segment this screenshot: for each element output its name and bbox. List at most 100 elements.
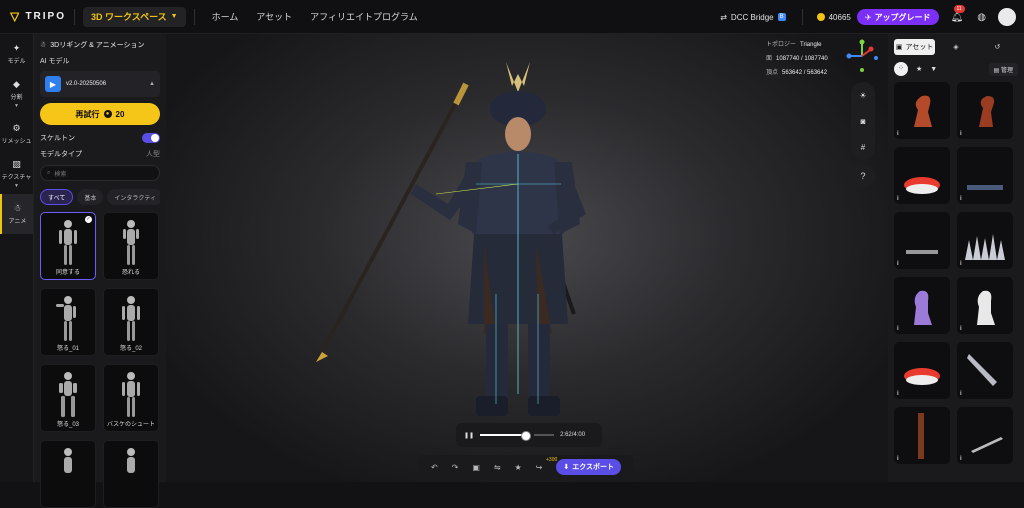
gift-icon[interactable]: ▣	[472, 463, 480, 472]
folder-icon: ▤	[993, 67, 1001, 74]
share-icon[interactable]: ↪	[536, 463, 543, 472]
credits[interactable]: 40665	[816, 13, 851, 22]
dinosaur-thumbnail	[979, 96, 995, 127]
grid-view-icon[interactable]: ⁘	[894, 62, 908, 76]
animation-card[interactable]: 怒る_03	[40, 364, 96, 432]
export-button[interactable]: ⬇ エクスポート	[556, 459, 622, 475]
pause-icon[interactable]: ❚❚	[464, 432, 474, 439]
asset-card[interactable]: i	[957, 147, 1013, 204]
info-icon[interactable]: i	[960, 196, 962, 202]
asset-card[interactable]: i	[894, 82, 950, 139]
sidebar-item-model[interactable]: ✦ モデル	[0, 34, 33, 74]
info-icon[interactable]: i	[897, 456, 899, 462]
asset-card[interactable]: i	[957, 342, 1013, 399]
undo-icon[interactable]: ↶	[431, 463, 438, 472]
download-icon: ⬇	[563, 464, 570, 471]
asset-card[interactable]: i	[957, 212, 1013, 269]
asset-card[interactable]: i	[894, 342, 950, 399]
nav-assets[interactable]: アセット	[256, 10, 292, 23]
3d-viewport[interactable]	[166, 34, 888, 482]
tab-history[interactable]: ↺	[977, 39, 1018, 55]
asset-card[interactable]: i	[894, 407, 950, 464]
redo-icon[interactable]: ↷	[452, 463, 459, 472]
info-icon[interactable]: i	[897, 261, 899, 267]
model-logo-icon: ▶	[45, 76, 61, 92]
asset-card[interactable]: i	[957, 82, 1013, 139]
timeline-remaining[interactable]	[534, 434, 555, 436]
dcc-bridge-button[interactable]: ⇄ DCC Bridge B	[720, 12, 786, 22]
chip-interactive[interactable]: インタラクティ	[107, 189, 160, 205]
timeline-progress[interactable]	[480, 431, 532, 441]
retry-cost: 20	[115, 109, 125, 119]
info-icon[interactable]: i	[897, 326, 899, 332]
animation-card[interactable]: バスケのシュート	[103, 364, 159, 432]
grid-icon[interactable]: #	[861, 143, 865, 152]
rigging-panel: ☃ 3Dリギング & アニメーション AI モデル ▶ v2.0-2025050…	[34, 34, 166, 508]
asset-card[interactable]: i	[957, 277, 1013, 334]
language-button[interactable]: ◍	[977, 12, 986, 23]
model-version-select[interactable]: ▶ v2.0-20250506 ▲	[40, 71, 160, 97]
retry-button[interactable]: 再試行 ● 20	[40, 103, 160, 125]
workspace-dropdown[interactable]: 3D ワークスペース ▼	[83, 6, 186, 27]
axis-gizmo-icon[interactable]	[842, 38, 882, 74]
model-type-value[interactable]: 人型	[146, 149, 160, 159]
swap-icon[interactable]: ⇋	[494, 463, 501, 472]
info-icon[interactable]: i	[897, 391, 899, 397]
star-icon[interactable]: ★	[916, 65, 922, 73]
nav-affiliate[interactable]: アフィリエイトプログラム	[310, 10, 418, 23]
manage-button[interactable]: ▤ 管理	[988, 62, 1018, 76]
help-button[interactable]: ?	[851, 164, 875, 188]
nav-home[interactable]: ホーム	[212, 10, 239, 23]
skeleton-toggle[interactable]	[142, 133, 160, 143]
notifications-button[interactable]: 🔔︎ 11	[951, 4, 965, 23]
sidebar-item-animate[interactable]: ☃ アニメ	[0, 194, 33, 234]
animate-icon: ☃	[13, 203, 22, 213]
search-placeholder: 検索	[54, 171, 67, 178]
animation-card[interactable]	[103, 440, 159, 508]
asset-grid: i i i i i i i i i i i i	[894, 82, 1018, 464]
logo[interactable]: TRIPO	[10, 11, 66, 23]
export-label: エクスポート	[572, 464, 615, 471]
animation-card[interactable]: 怒る_02	[103, 288, 159, 356]
upgrade-button[interactable]: ✈ アップグレード	[856, 9, 939, 25]
chip-basic[interactable]: 基本	[77, 189, 104, 205]
filter-icon[interactable]: ▼	[930, 66, 937, 73]
asset-card[interactable]: i	[894, 212, 950, 269]
info-icon[interactable]: i	[897, 196, 899, 202]
sidebar-item-texture[interactable]: ▨ テクスチャ ▼	[0, 154, 33, 194]
dcc-label: DCC Bridge	[730, 12, 774, 22]
info-icon[interactable]: i	[960, 261, 962, 267]
credit-icon: ●	[103, 110, 112, 118]
info-icon[interactable]: i	[897, 131, 899, 137]
animation-card[interactable]: ✓ 同意する	[40, 212, 96, 280]
animation-card[interactable]: 恐れる	[103, 212, 159, 280]
layers-icon: ◈	[953, 44, 959, 51]
camera-icon[interactable]: ◙	[861, 117, 866, 126]
animation-card[interactable]: 怒る_01	[40, 288, 96, 356]
faces-label: 面	[766, 56, 773, 62]
globe-icon: ◍	[977, 11, 986, 23]
mannequin-icon	[127, 448, 135, 473]
sidebar-item-split[interactable]: ◆ 分割 ▼	[0, 74, 33, 114]
sparkle-icon: ✦	[12, 43, 21, 53]
avatar[interactable]	[998, 8, 1016, 26]
chip-all[interactable]: すべて	[40, 189, 74, 205]
info-icon[interactable]: i	[960, 456, 962, 462]
animation-card[interactable]	[40, 440, 96, 508]
info-icon[interactable]: i	[960, 391, 962, 397]
asset-card[interactable]: i	[894, 147, 950, 204]
search-input[interactable]: ⌕ 検索	[40, 165, 160, 181]
sidebar-item-remesh[interactable]: ⚙ リメッシュ	[0, 114, 33, 154]
mannequin-icon	[59, 372, 77, 417]
info-icon[interactable]: i	[960, 326, 962, 332]
asset-card[interactable]: i	[957, 407, 1013, 464]
tab-assets[interactable]: ▣ アセット	[894, 39, 936, 55]
upgrade-label: アップグレード	[874, 12, 931, 22]
lighting-icon[interactable]: ☀	[859, 91, 866, 100]
info-icon[interactable]: i	[960, 131, 962, 137]
star-icon[interactable]: ★	[515, 463, 522, 472]
asset-card[interactable]: i	[894, 277, 950, 334]
tab-layers[interactable]: ◈	[935, 39, 976, 55]
sidebar-item-label: リメッシュ	[1, 139, 32, 145]
samurai-model[interactable]	[166, 34, 888, 482]
